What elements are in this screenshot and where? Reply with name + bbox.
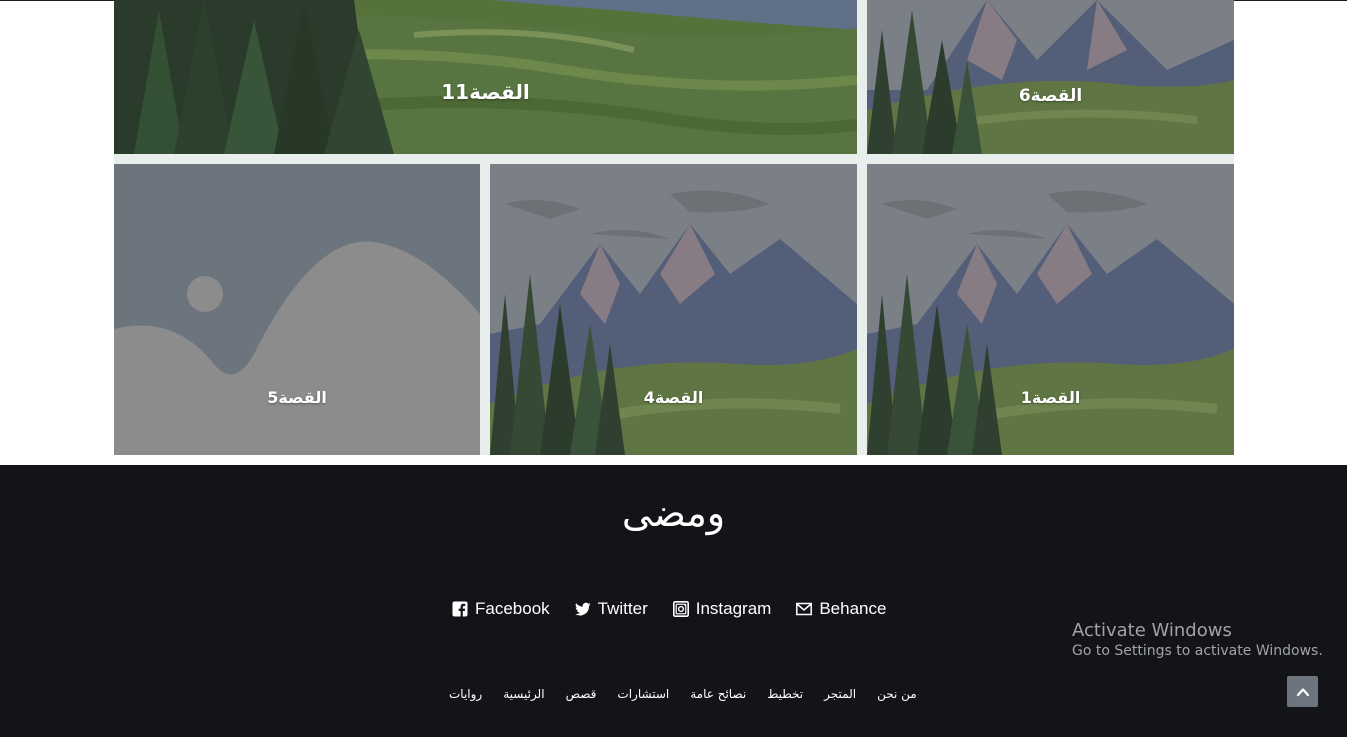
nav-link-planning[interactable]: تخطيط (767, 687, 803, 701)
nav-link-stories[interactable]: قصص (566, 687, 597, 701)
instagram-label: Instagram (695, 599, 772, 618)
windows-activation-watermark: Activate Windows Go to Settings to activ… (1072, 620, 1323, 659)
story-card-11[interactable]: القصة11 (114, 0, 857, 154)
story-4-label: القصة4 (643, 388, 704, 407)
footer-nav: روايات الرئيسية قصص استشارات نصائح عامة … (449, 687, 917, 701)
nav-link-store[interactable]: المتجر (824, 687, 856, 701)
story-4-image (490, 164, 857, 455)
nav-link-consultations[interactable]: استشارات (617, 687, 669, 701)
story-6-label: القصة6 (1018, 86, 1083, 106)
image-placeholder-icon (114, 164, 480, 455)
story-6-image (867, 0, 1234, 154)
footer-brand: ومضى (621, 491, 726, 535)
story-11-label: القصة11 (441, 80, 530, 104)
story-card-1[interactable]: القصة1 (867, 164, 1234, 455)
stories-gallery: القصة11 القصة6 القصة5 القصة4 القصة1 (114, 0, 1234, 455)
facebook-link[interactable]: Facebook (452, 599, 550, 619)
twitter-icon (574, 602, 591, 616)
story-1-image (867, 164, 1234, 455)
chevron-up-icon (1296, 687, 1309, 696)
story-card-5[interactable]: القصة5 (114, 164, 480, 455)
story-1-label: القصة1 (1020, 388, 1081, 407)
twitter-link[interactable]: Twitter (574, 599, 648, 619)
facebook-icon (452, 601, 468, 617)
watermark-title: Activate Windows (1072, 620, 1232, 641)
story-11-image (114, 0, 857, 154)
story-card-6[interactable]: القصة6 (867, 0, 1234, 154)
instagram-link[interactable]: Instagram (672, 599, 772, 619)
back-to-top-button[interactable] (1287, 676, 1318, 707)
site-footer: ومضى Facebook Twitter Instagram Behance … (0, 465, 1347, 737)
nav-link-general-tips[interactable]: نصائح عامة (690, 687, 746, 701)
facebook-label: Facebook (475, 599, 550, 618)
nav-link-home[interactable]: الرئيسية (503, 687, 544, 701)
mail-icon (796, 602, 813, 616)
watermark-subtitle: Go to Settings to activate Windows. (1072, 643, 1323, 659)
behance-label: Behance (819, 599, 887, 618)
nav-link-novels[interactable]: روايات (449, 687, 482, 701)
story-card-4[interactable]: القصة4 (490, 164, 857, 455)
behance-link[interactable]: Behance (796, 599, 886, 619)
nav-link-about[interactable]: من نحن (877, 687, 917, 701)
instagram-icon (672, 601, 689, 617)
twitter-label: Twitter (597, 599, 648, 618)
story-5-label: القصة5 (267, 388, 327, 407)
social-links: Facebook Twitter Instagram Behance (452, 599, 886, 619)
